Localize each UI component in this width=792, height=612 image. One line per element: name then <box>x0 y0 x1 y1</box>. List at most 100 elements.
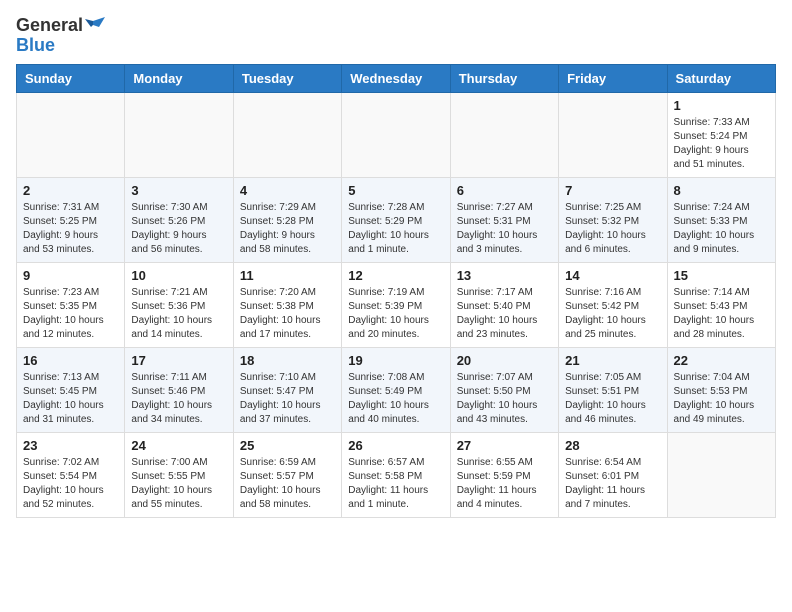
day-number: 10 <box>131 268 226 283</box>
day-number: 3 <box>131 183 226 198</box>
day-info: Sunrise: 7:00 AM Sunset: 5:55 PM Dayligh… <box>131 456 226 512</box>
calendar-cell: 26Sunrise: 6:57 AM Sunset: 5:58 PM Dayli… <box>342 432 450 517</box>
calendar-cell: 16 Sunrise: 7:13 AM Sunset: 5:45 PM Dayli… <box>17 347 125 432</box>
calendar-cell <box>17 92 125 177</box>
calendar-cell: 7 Sunrise: 7:25 AM Sunset: 5:32 PM Daylig… <box>559 177 667 262</box>
day-number: 17 <box>131 353 226 368</box>
logo-blue: Blue <box>16 36 105 56</box>
day-info: Sunrise: 7:13 AM Sunset: 5:45 PM Dayligh… <box>23 371 118 427</box>
day-number: 8 <box>674 183 769 198</box>
day-number: 28 <box>565 438 660 453</box>
calendar-cell: 8 Sunrise: 7:24 AM Sunset: 5:33 PM Daylig… <box>667 177 775 262</box>
day-number: 22 <box>674 353 769 368</box>
calendar-cell: 6 Sunrise: 7:27 AM Sunset: 5:31 PM Daylig… <box>450 177 558 262</box>
weekday-header-friday: Friday <box>559 64 667 92</box>
week-row-3: 9Sunrise: 7:23 AM Sunset: 5:35 PM Daylig… <box>17 262 776 347</box>
calendar-cell <box>559 92 667 177</box>
weekday-header-tuesday: Tuesday <box>233 64 341 92</box>
day-number: 4 <box>240 183 335 198</box>
calendar-cell <box>667 432 775 517</box>
week-row-2: 2 Sunrise: 7:31 AM Sunset: 5:25 PM Daylig… <box>17 177 776 262</box>
day-info: Sunrise: 7:29 AM Sunset: 5:28 PM Dayligh… <box>240 201 335 257</box>
calendar-cell <box>125 92 233 177</box>
weekday-header-sunday: Sunday <box>17 64 125 92</box>
calendar-cell: 28 Sunrise: 6:54 AM Sunset: 6:01 PM Dayli… <box>559 432 667 517</box>
calendar-cell: 1 Sunrise: 7:33 AM Sunset: 5:24 PM Daylig… <box>667 92 775 177</box>
day-number: 24 <box>131 438 226 453</box>
calendar-cell: 23 Sunrise: 7:02 AM Sunset: 5:54 PM Dayli… <box>17 432 125 517</box>
day-info: Sunrise: 6:57 AM Sunset: 5:58 PM Dayligh… <box>348 456 443 512</box>
calendar-cell: 18 Sunrise: 7:10 AM Sunset: 5:47 PM Dayli… <box>233 347 341 432</box>
day-number: 11 <box>240 268 335 283</box>
day-number: 16 <box>23 353 118 368</box>
calendar-cell <box>233 92 341 177</box>
day-info: Sunrise: 7:17 AM Sunset: 5:40 PM Dayligh… <box>457 286 552 342</box>
day-info: Sunrise: 7:07 AM Sunset: 5:50 PM Dayligh… <box>457 371 552 427</box>
weekday-header-thursday: Thursday <box>450 64 558 92</box>
logo-bird-icon <box>85 17 105 35</box>
day-info: Sunrise: 6:55 AM Sunset: 5:59 PM Dayligh… <box>457 456 552 512</box>
weekday-header-monday: Monday <box>125 64 233 92</box>
calendar-cell: 9Sunrise: 7:23 AM Sunset: 5:35 PM Daylig… <box>17 262 125 347</box>
calendar-table: SundayMondayTuesdayWednesdayThursdayFrid… <box>16 64 776 518</box>
day-number: 25 <box>240 438 335 453</box>
day-number: 21 <box>565 353 660 368</box>
day-number: 15 <box>674 268 769 283</box>
week-row-4: 16 Sunrise: 7:13 AM Sunset: 5:45 PM Dayli… <box>17 347 776 432</box>
header: General Blue <box>16 16 776 56</box>
calendar-cell: 5 Sunrise: 7:28 AM Sunset: 5:29 PM Daylig… <box>342 177 450 262</box>
day-number: 18 <box>240 353 335 368</box>
day-number: 20 <box>457 353 552 368</box>
calendar-cell: 19 Sunrise: 7:08 AM Sunset: 5:49 PM Dayli… <box>342 347 450 432</box>
day-number: 23 <box>23 438 118 453</box>
day-info: Sunrise: 7:30 AM Sunset: 5:26 PM Dayligh… <box>131 201 226 257</box>
day-info: Sunrise: 7:08 AM Sunset: 5:49 PM Dayligh… <box>348 371 443 427</box>
day-info: Sunrise: 7:33 AM Sunset: 5:24 PM Dayligh… <box>674 116 769 172</box>
calendar-cell: 11 Sunrise: 7:20 AM Sunset: 5:38 PM Dayli… <box>233 262 341 347</box>
logo: General Blue <box>16 16 105 56</box>
day-number: 9 <box>23 268 118 283</box>
day-number: 12 <box>348 268 443 283</box>
day-number: 2 <box>23 183 118 198</box>
day-info: Sunrise: 7:21 AM Sunset: 5:36 PM Dayligh… <box>131 286 226 342</box>
day-info: Sunrise: 7:02 AM Sunset: 5:54 PM Dayligh… <box>23 456 118 512</box>
calendar-cell: 15 Sunrise: 7:14 AM Sunset: 5:43 PM Dayli… <box>667 262 775 347</box>
calendar-cell: 24 Sunrise: 7:00 AM Sunset: 5:55 PM Dayli… <box>125 432 233 517</box>
day-number: 7 <box>565 183 660 198</box>
calendar-cell: 10 Sunrise: 7:21 AM Sunset: 5:36 PM Dayli… <box>125 262 233 347</box>
calendar-cell: 12 Sunrise: 7:19 AM Sunset: 5:39 PM Dayli… <box>342 262 450 347</box>
calendar-cell: 17 Sunrise: 7:11 AM Sunset: 5:46 PM Dayli… <box>125 347 233 432</box>
day-number: 5 <box>348 183 443 198</box>
calendar-cell: 27 Sunrise: 6:55 AM Sunset: 5:59 PM Dayli… <box>450 432 558 517</box>
calendar-cell: 25 Sunrise: 6:59 AM Sunset: 5:57 PM Dayli… <box>233 432 341 517</box>
weekday-header-wednesday: Wednesday <box>342 64 450 92</box>
day-info: Sunrise: 7:20 AM Sunset: 5:38 PM Dayligh… <box>240 286 335 342</box>
day-info: Sunrise: 7:24 AM Sunset: 5:33 PM Dayligh… <box>674 201 769 257</box>
day-info: Sunrise: 7:19 AM Sunset: 5:39 PM Dayligh… <box>348 286 443 342</box>
day-info: Sunrise: 7:31 AM Sunset: 5:25 PM Dayligh… <box>23 201 118 257</box>
day-info: Sunrise: 7:16 AM Sunset: 5:42 PM Dayligh… <box>565 286 660 342</box>
calendar-cell: 13Sunrise: 7:17 AM Sunset: 5:40 PM Dayli… <box>450 262 558 347</box>
day-number: 6 <box>457 183 552 198</box>
day-info: Sunrise: 6:59 AM Sunset: 5:57 PM Dayligh… <box>240 456 335 512</box>
week-row-1: 1 Sunrise: 7:33 AM Sunset: 5:24 PM Daylig… <box>17 92 776 177</box>
day-info: Sunrise: 7:28 AM Sunset: 5:29 PM Dayligh… <box>348 201 443 257</box>
day-info: Sunrise: 7:10 AM Sunset: 5:47 PM Dayligh… <box>240 371 335 427</box>
calendar-cell: 3 Sunrise: 7:30 AM Sunset: 5:26 PM Daylig… <box>125 177 233 262</box>
day-info: Sunrise: 7:25 AM Sunset: 5:32 PM Dayligh… <box>565 201 660 257</box>
calendar-cell: 2 Sunrise: 7:31 AM Sunset: 5:25 PM Daylig… <box>17 177 125 262</box>
day-info: Sunrise: 7:05 AM Sunset: 5:51 PM Dayligh… <box>565 371 660 427</box>
logo-general: General <box>16 16 83 36</box>
calendar-cell: 22Sunrise: 7:04 AM Sunset: 5:53 PM Dayli… <box>667 347 775 432</box>
day-number: 19 <box>348 353 443 368</box>
day-info: Sunrise: 7:14 AM Sunset: 5:43 PM Dayligh… <box>674 286 769 342</box>
calendar-cell: 14Sunrise: 7:16 AM Sunset: 5:42 PM Dayli… <box>559 262 667 347</box>
day-number: 1 <box>674 98 769 113</box>
day-number: 27 <box>457 438 552 453</box>
logo-container: General Blue <box>16 16 105 56</box>
calendar-cell <box>342 92 450 177</box>
day-info: Sunrise: 7:27 AM Sunset: 5:31 PM Dayligh… <box>457 201 552 257</box>
day-info: Sunrise: 6:54 AM Sunset: 6:01 PM Dayligh… <box>565 456 660 512</box>
day-info: Sunrise: 7:11 AM Sunset: 5:46 PM Dayligh… <box>131 371 226 427</box>
weekday-header-row: SundayMondayTuesdayWednesdayThursdayFrid… <box>17 64 776 92</box>
